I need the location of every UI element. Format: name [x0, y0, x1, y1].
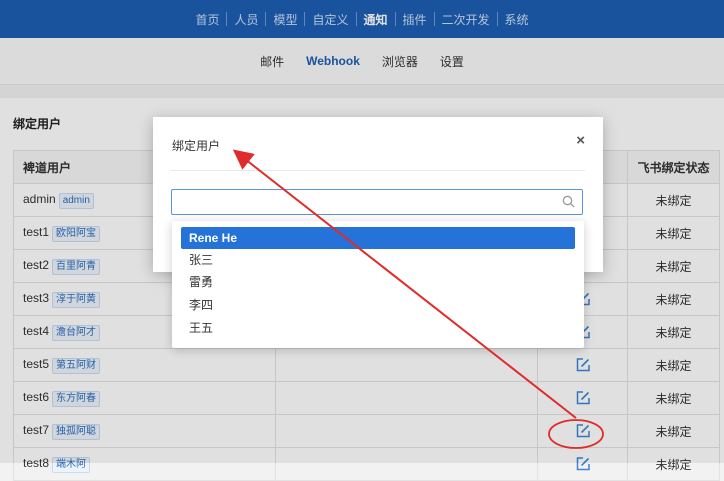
option-wang-wu[interactable]: 王五 — [181, 317, 575, 339]
user-options-dropdown: Rene He 张三 雷勇 李四 王五 — [172, 221, 584, 348]
close-icon[interactable]: × — [576, 132, 585, 149]
search-icon — [562, 195, 575, 208]
option-lei-yong[interactable]: 雷勇 — [181, 271, 575, 293]
option-rene-he[interactable]: Rene He — [181, 227, 575, 249]
dialog-divider — [171, 170, 585, 171]
option-li-si[interactable]: 李四 — [181, 294, 575, 316]
user-search-input[interactable] — [172, 190, 568, 214]
option-zhang-san[interactable]: 张三 — [181, 249, 575, 271]
user-search-field[interactable] — [171, 189, 583, 215]
dialog-title: 绑定用户 — [172, 139, 221, 153]
